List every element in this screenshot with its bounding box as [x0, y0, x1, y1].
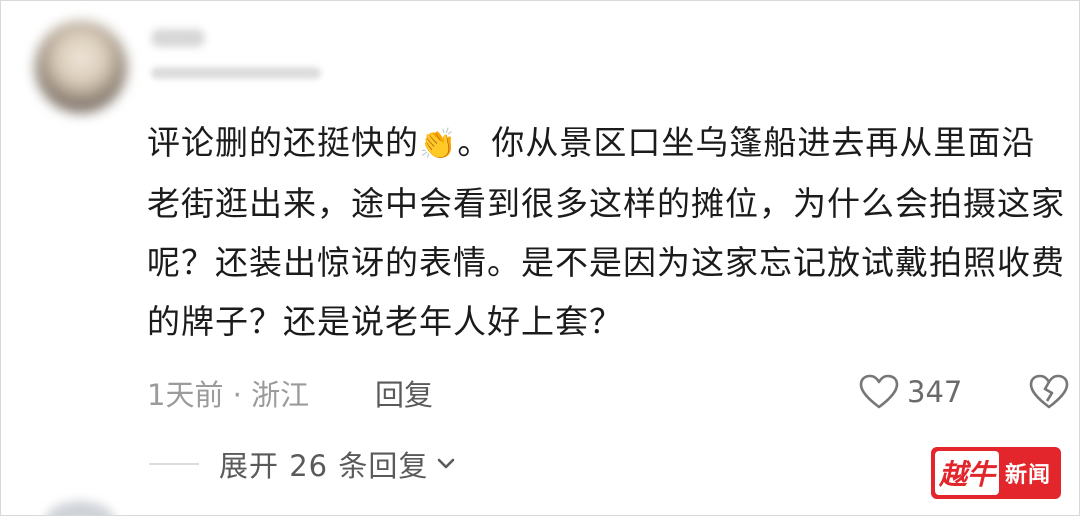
clapping-hands-emoji: 👏 — [419, 127, 458, 162]
reply-button[interactable]: 回复 — [375, 373, 433, 413]
logo-mark: 越牛 — [935, 451, 999, 495]
comment-text: 评论删的还挺快的👏。你从景区口坐乌篷船进去再从里面沿老街逛出来，途中会看到很多这… — [147, 113, 1067, 351]
divider-line — [149, 463, 199, 465]
like-button[interactable]: 347 — [859, 369, 962, 415]
comment-card: 评论删的还挺快的👏。你从景区口坐乌篷船进去再从里面沿老街逛出来，途中会看到很多这… — [0, 0, 1080, 516]
comment-time-location: 1天前 · 浙江 — [147, 378, 310, 412]
news-watermark-logo: 越牛 新闻 — [931, 447, 1061, 499]
like-count: 347 — [907, 375, 963, 409]
expand-replies-label: 展开 26 条回复 — [219, 449, 429, 483]
username-blurred[interactable] — [151, 29, 205, 47]
chevron-down-icon — [436, 457, 456, 471]
expand-replies[interactable]: 展开 26 条回复 — [149, 441, 456, 487]
logo-text: 新闻 — [1005, 463, 1052, 488]
user-info-line-blurred — [151, 67, 321, 79]
comment-text-part1: 评论删的还挺快的 — [147, 123, 419, 162]
heart-outline-icon — [859, 374, 899, 410]
next-comment-avatar[interactable] — [45, 501, 115, 515]
broken-heart-icon — [1029, 374, 1069, 410]
dislike-button[interactable] — [1029, 369, 1069, 415]
avatar[interactable] — [35, 21, 127, 113]
